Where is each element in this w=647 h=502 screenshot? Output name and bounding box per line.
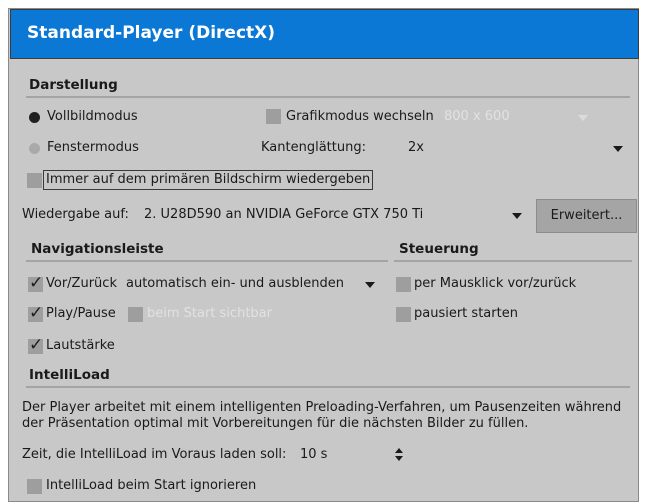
chevron-down-icon (365, 282, 375, 288)
playpause-checkbox[interactable] (28, 303, 43, 323)
intelliload-description-line2: der Präsentation optimal mit Vorbereitun… (22, 416, 529, 431)
lautstaerke-checkbox[interactable] (28, 335, 43, 355)
immer-label[interactable]: Immer auf dem primären Bildschirm wieder… (43, 170, 374, 190)
wiedergabe-label: Wiedergabe auf: (22, 207, 129, 222)
wiedergabe-select[interactable]: 2. U28D590 an NVIDIA GeForce GTX 750 Ti (140, 205, 532, 226)
vorzurueck-checkbox[interactable] (28, 273, 43, 293)
playpause-label[interactable]: Play/Pause (46, 306, 116, 321)
section-darstellung-heading: Darstellung (29, 77, 118, 93)
beimstart-label: beim Start sichtbar (147, 306, 272, 321)
ignorieren-checkbox[interactable] (27, 479, 42, 494)
grafikmodus-label[interactable]: Grafikmodus wechseln (286, 109, 434, 124)
erweitert-button[interactable]: Erweitert... (536, 199, 637, 233)
grafikmodus-checkbox[interactable] (266, 109, 281, 124)
kanten-label: Kantenglättung: (261, 140, 366, 155)
lautstaerke-label[interactable]: Lautstärke (46, 338, 115, 353)
chevron-down-icon (578, 115, 588, 121)
vorzurueck-select[interactable]: automatisch ein- und ausblenden (122, 274, 382, 295)
section-divider (26, 96, 630, 98)
section-divider (26, 386, 630, 388)
fenster-radio[interactable] (29, 143, 40, 154)
pausiert-label[interactable]: pausiert starten (414, 306, 518, 321)
zeit-spinner[interactable]: 10 s (296, 444, 410, 465)
title-bar: Standard-Player (DirectX) (10, 9, 639, 59)
kanten-select[interactable]: 2x (404, 138, 634, 159)
vorzurueck-label[interactable]: Vor/Zurück (46, 276, 117, 291)
spin-down-icon[interactable] (395, 456, 403, 461)
pausiert-checkbox[interactable] (396, 307, 411, 322)
immer-checkbox[interactable] (27, 173, 42, 188)
mausklick-label[interactable]: per Mausklick vor/zurück (414, 276, 576, 291)
section-steuerung-heading: Steuerung (399, 241, 479, 257)
kanten-value: 2x (408, 140, 424, 155)
wiedergabe-value: 2. U28D590 an NVIDIA GeForce GTX 750 Ti (144, 207, 424, 222)
section-divider (26, 260, 388, 262)
vollbild-radio[interactable] (29, 112, 40, 123)
zeit-label: Zeit, die IntelliLoad im Voraus laden so… (22, 447, 287, 462)
section-navigation-heading: Navigationsleiste (31, 241, 164, 257)
intelliload-description-line1: Der Player arbeitet mit einem intelligen… (22, 400, 622, 415)
ignorieren-label[interactable]: IntelliLoad beim Start ignorieren (46, 478, 256, 493)
fenster-label[interactable]: Fenstermodus (47, 140, 139, 155)
dialog-title: Standard-Player (DirectX) (27, 23, 276, 43)
chevron-down-icon (613, 146, 623, 152)
section-intelliload-heading: IntelliLoad (29, 367, 110, 383)
chevron-down-icon (512, 213, 522, 219)
section-divider (394, 260, 632, 262)
zeit-value: 10 s (300, 447, 328, 462)
mausklick-checkbox[interactable] (396, 277, 411, 292)
beimstart-checkbox (128, 307, 143, 322)
vorzurueck-value: automatisch ein- und ausblenden (126, 276, 344, 291)
spin-up-icon[interactable] (395, 448, 403, 453)
vollbild-label[interactable]: Vollbildmodus (47, 109, 138, 124)
grafikmodus-select: 800 x 600 (440, 107, 604, 128)
grafikmodus-value: 800 x 600 (444, 109, 510, 124)
